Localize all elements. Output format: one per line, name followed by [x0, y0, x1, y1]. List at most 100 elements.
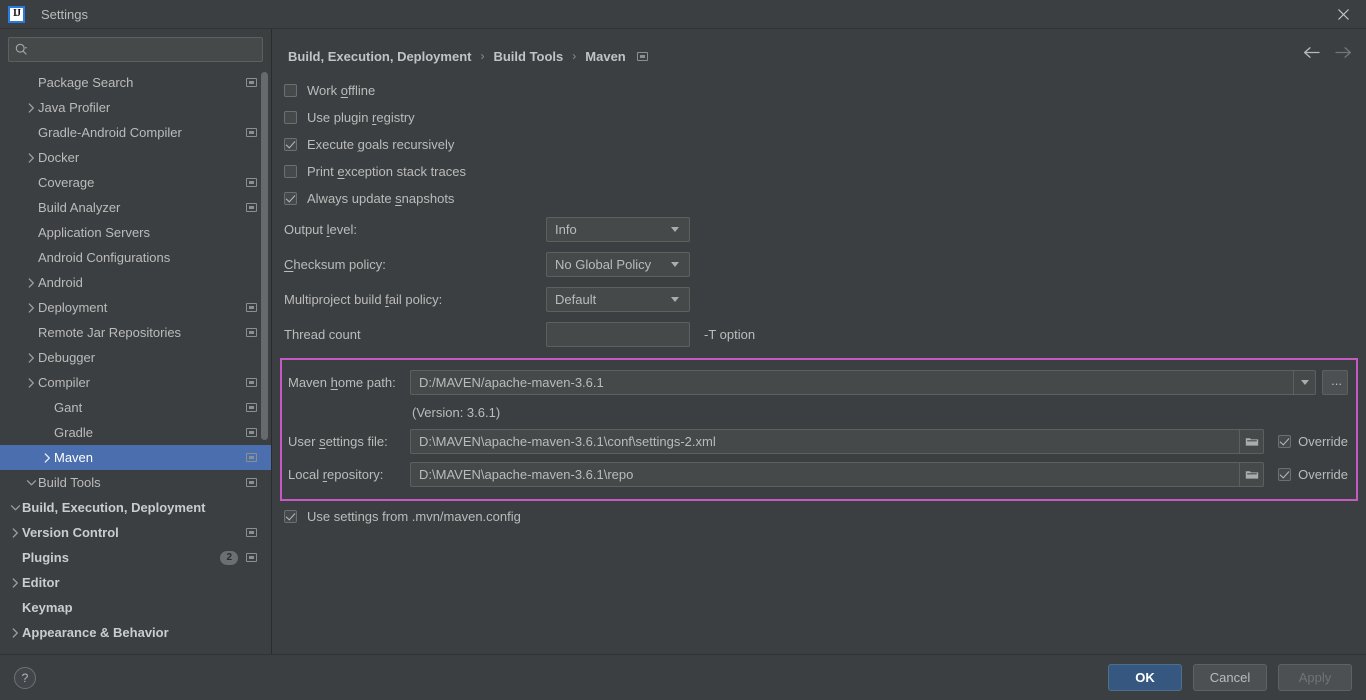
- maven-home-path-browse-button[interactable]: ...: [1322, 370, 1348, 395]
- sidebar-scrollbar-thumb[interactable]: [261, 72, 268, 440]
- sidebar-item-gradle[interactable]: Gradle: [0, 420, 271, 445]
- sidebar-scrollbar[interactable]: [261, 72, 268, 650]
- chevron-down-icon[interactable]: [671, 297, 679, 302]
- cancel-button[interactable]: Cancel: [1193, 664, 1267, 691]
- checkbox-always-update-snapshots[interactable]: [284, 192, 297, 205]
- chevron-right-icon[interactable]: [24, 152, 38, 163]
- project-scope-icon: [246, 403, 257, 412]
- project-scope-icon: [246, 78, 257, 87]
- sidebar-item-android-configurations[interactable]: Android Configurations: [0, 245, 271, 270]
- sidebar-item-label: Android: [38, 275, 83, 290]
- sidebar-item-label: Android Configurations: [38, 250, 171, 265]
- checkbox-use-plugin-registry[interactable]: [284, 111, 297, 124]
- help-icon[interactable]: ?: [14, 666, 36, 689]
- forward-arrow-icon[interactable]: [1334, 43, 1352, 61]
- sidebar-item-android[interactable]: Android: [0, 270, 271, 295]
- sidebar-item-gradle-android-compiler[interactable]: Gradle-Android Compiler: [0, 120, 271, 145]
- sidebar-item-plugins[interactable]: Plugins 2: [0, 545, 271, 570]
- checkbox-print-exception-stack-traces[interactable]: [284, 165, 297, 178]
- chevron-right-icon[interactable]: [24, 102, 38, 113]
- sidebar-item-java-profiler[interactable]: Java Profiler: [0, 95, 271, 120]
- sidebar-item-deployment[interactable]: Deployment: [0, 295, 271, 320]
- sidebar-item-maven[interactable]: Maven: [0, 445, 271, 470]
- sidebar-item-appearance-behavior[interactable]: Appearance & Behavior: [0, 620, 271, 645]
- sidebar-item-application-servers[interactable]: Application Servers: [0, 220, 271, 245]
- sidebar-item-label: Docker: [38, 150, 80, 165]
- thread-count-input[interactable]: [546, 322, 690, 347]
- chevron-down-icon[interactable]: [671, 227, 679, 232]
- maven-version-text: (Version: 3.6.1): [412, 404, 501, 420]
- sidebar-item-build-execution-deployment[interactable]: Build, Execution, Deployment: [0, 495, 271, 520]
- sidebar-item-gant[interactable]: Gant: [0, 395, 271, 420]
- breadcrumb: Build, Execution, Deployment › Build Tools…: [280, 41, 1366, 71]
- back-arrow-icon[interactable]: [1302, 43, 1320, 61]
- mvn-config-label: Use settings from .mvn/maven.config: [307, 509, 521, 524]
- combo-multiproject-build-fail-policy[interactable]: Default: [546, 287, 690, 312]
- user-settings-override-checkbox[interactable]: [1278, 435, 1292, 448]
- dialog-footer: ? OK Cancel Apply: [0, 654, 1366, 700]
- chevron-right-icon[interactable]: [40, 452, 54, 463]
- checkbox-execute-goals-recursively[interactable]: [284, 138, 297, 151]
- chevron-down-icon[interactable]: [24, 478, 38, 488]
- chevron-right-icon[interactable]: [8, 527, 22, 538]
- search-box[interactable]: [8, 37, 263, 62]
- sidebar-item-remote-jar-repositories[interactable]: Remote Jar Repositories: [0, 320, 271, 345]
- sidebar-item-version-control[interactable]: Version Control: [0, 520, 271, 545]
- maven-home-path-combo[interactable]: D:/MAVEN/apache-maven-3.6.1: [410, 370, 1316, 395]
- breadcrumb-item[interactable]: Build Tools: [493, 49, 563, 64]
- chevron-right-icon[interactable]: [24, 277, 38, 288]
- sidebar-item-label: Keymap: [22, 600, 73, 615]
- apply-button[interactable]: Apply: [1278, 664, 1352, 691]
- sidebar-item-label: Coverage: [38, 175, 95, 190]
- sidebar-item-label: Gradle-Android Compiler: [38, 125, 182, 140]
- navigation-buttons: [1302, 43, 1352, 61]
- settings-main-panel: Build, Execution, Deployment › Build Tools…: [272, 29, 1366, 654]
- chevron-down-icon[interactable]: [8, 503, 22, 513]
- local-repository-override-checkbox[interactable]: [1278, 468, 1292, 481]
- chevron-right-icon[interactable]: [8, 577, 22, 588]
- ok-button[interactable]: OK: [1108, 664, 1182, 691]
- combo-value: Info: [555, 222, 577, 237]
- breadcrumb-item[interactable]: Build, Execution, Deployment: [288, 49, 471, 64]
- project-scope-icon: [246, 453, 257, 462]
- close-icon[interactable]: [1320, 0, 1366, 29]
- mvn-config-row: Use settings from .mvn/maven.config: [280, 503, 1358, 530]
- title-bar: IJ Settings: [0, 0, 1366, 29]
- chevron-down-icon[interactable]: [671, 262, 679, 267]
- local-repository-folder-icon[interactable]: [1239, 463, 1263, 486]
- sidebar-item-editor[interactable]: Editor: [0, 570, 271, 595]
- sidebar-item-build-analyzer[interactable]: Build Analyzer: [0, 195, 271, 220]
- checkbox-work-offline[interactable]: [284, 84, 297, 97]
- sidebar-item-coverage[interactable]: Coverage: [0, 170, 271, 195]
- sidebar-item-package-search[interactable]: Package Search: [0, 70, 271, 95]
- local-repository-input[interactable]: D:\MAVEN\apache-maven-3.6.1\repo: [410, 462, 1265, 487]
- combo-row: Checksum policy: No Global Policy: [280, 247, 1358, 282]
- project-scope-icon: [246, 203, 257, 212]
- sidebar-item-compiler[interactable]: Compiler: [0, 370, 271, 395]
- sidebar-item-label: Maven: [54, 450, 94, 465]
- thread-count-hint: -T option: [704, 327, 756, 342]
- search-input[interactable]: [28, 41, 256, 58]
- checkbox-label: Use plugin registry: [307, 110, 415, 125]
- user-settings-file-input[interactable]: D:\MAVEN\apache-maven-3.6.1\conf\setting…: [410, 429, 1265, 454]
- checkbox-label: Work offline: [307, 83, 376, 98]
- combo-checksum-policy[interactable]: No Global Policy: [546, 252, 690, 277]
- sidebar-item-keymap[interactable]: Keymap: [0, 595, 271, 620]
- sidebar-item-docker[interactable]: Docker: [0, 145, 271, 170]
- checkbox-row: Always update snapshots: [280, 185, 1358, 212]
- sidebar-item-build-tools[interactable]: Build Tools: [0, 470, 271, 495]
- mvn-config-checkbox[interactable]: [284, 510, 297, 523]
- thread-count-row: Thread count -T option: [280, 317, 1358, 352]
- user-settings-folder-icon[interactable]: [1239, 430, 1263, 453]
- chevron-right-icon[interactable]: [8, 627, 22, 638]
- sidebar-item-debugger[interactable]: Debugger: [0, 345, 271, 370]
- combo-output-level[interactable]: Info: [546, 217, 690, 242]
- chevron-right-icon[interactable]: [24, 352, 38, 363]
- combo-group: Output level: Info Checksum policy: No Glob…: [280, 212, 1358, 317]
- search-icon: [15, 43, 28, 56]
- settings-sidebar: Package Search Java Profiler Gradle-Androi…: [0, 29, 272, 654]
- chevron-right-icon[interactable]: [24, 377, 38, 388]
- chevron-right-icon[interactable]: [24, 302, 38, 313]
- maven-home-path-chevron-down-icon[interactable]: [1293, 371, 1315, 394]
- combo-label: Checksum policy:: [284, 257, 386, 272]
